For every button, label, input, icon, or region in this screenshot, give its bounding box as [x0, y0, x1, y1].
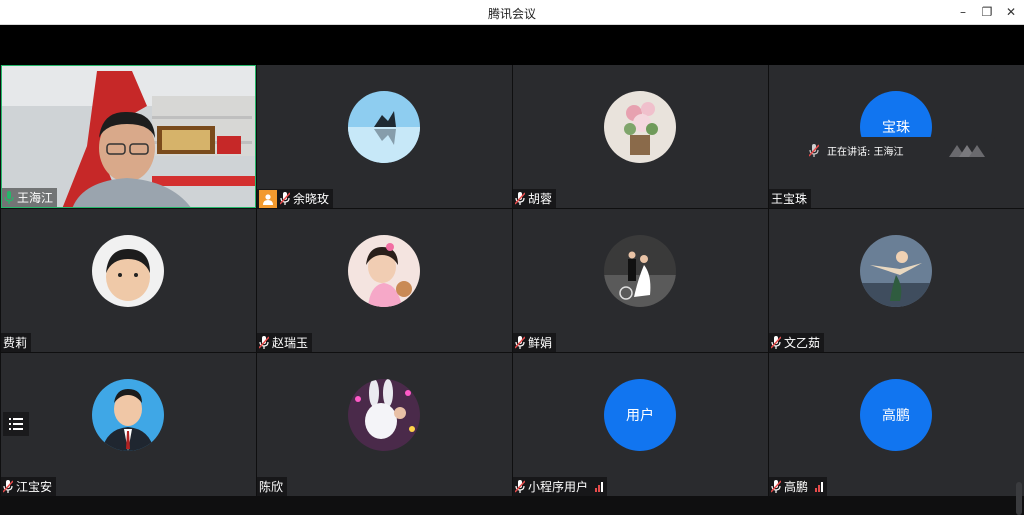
participant-name-tag: 陈欣	[257, 477, 288, 496]
participant-name-tag: 江宝安	[1, 477, 57, 496]
mic-off-icon	[515, 192, 525, 205]
participant-name: 鲜娟	[528, 336, 553, 350]
participant-tile[interactable]: 高鹏 高鹏	[769, 353, 1024, 496]
bottom-toolbar	[0, 497, 1024, 515]
mic-off-icon	[771, 336, 781, 349]
window-titlebar: 腾讯会议 – ❐ ✕	[0, 0, 1024, 25]
participant-name: 赵瑞玉	[272, 336, 309, 350]
participant-tile[interactable]: 鲜娟	[513, 209, 768, 352]
participant-name-tag: 胡蓉	[513, 189, 557, 208]
mic-off-icon	[515, 480, 525, 493]
participant-avatar: 用户	[604, 379, 676, 451]
scrollbar[interactable]	[1016, 482, 1022, 515]
host-badge-icon	[259, 189, 277, 208]
mic-off-icon	[771, 480, 781, 493]
participant-name-tag: 王宝珠	[769, 189, 812, 208]
mic-icon	[809, 143, 819, 157]
participant-tile[interactable]: 胡蓉	[513, 65, 768, 208]
participant-tile[interactable]: 余晓玫	[257, 65, 512, 208]
member-list-button[interactable]	[3, 412, 29, 436]
participant-grid: 王海江 余晓玫 胡蓉 宝珠 王宝珠 费莉 赵瑞玉 鲜娟 文乙茹 江宝安 陈欣 用…	[0, 65, 1024, 497]
weak-signal-icon	[815, 481, 824, 492]
participant-avatar	[348, 235, 420, 307]
participant-name-tag: 王海江	[2, 188, 58, 207]
participant-avatar	[860, 235, 932, 307]
participant-name: 王宝珠	[771, 192, 808, 206]
minimize-button[interactable]: –	[950, 2, 976, 22]
maximize-button[interactable]: ❐	[974, 2, 1000, 22]
mic-off-icon	[3, 480, 13, 493]
list-icon	[9, 418, 23, 430]
participant-tile[interactable]: 赵瑞玉	[257, 209, 512, 352]
participant-name-tag: 赵瑞玉	[257, 333, 313, 352]
layout-icon	[949, 145, 985, 157]
window-title: 腾讯会议	[487, 7, 536, 21]
participant-name: 余晓玫	[293, 192, 330, 206]
participant-avatar	[348, 379, 420, 451]
participant-avatar	[604, 235, 676, 307]
participant-name: 小程序用户	[528, 480, 589, 494]
participant-name: 高鹏	[784, 480, 809, 494]
participant-name: 文乙茹	[784, 336, 821, 350]
mic-off-icon	[280, 192, 290, 205]
participant-avatar	[348, 91, 420, 163]
mic-off-icon	[259, 336, 269, 349]
participant-avatar	[92, 235, 164, 307]
close-button[interactable]: ✕	[998, 2, 1024, 22]
top-toolbar	[0, 25, 1024, 65]
mic-off-icon	[515, 336, 525, 349]
participant-tile[interactable]: 江宝安	[1, 353, 256, 496]
weak-signal-icon	[595, 481, 604, 492]
participant-tile[interactable]: 王海江	[1, 65, 256, 208]
participant-name-tag: 费莉	[1, 333, 32, 352]
participant-avatar: 高鹏	[860, 379, 932, 451]
participant-tile[interactable]: 陈欣	[257, 353, 512, 496]
participant-tile[interactable]: 用户 小程序用户	[513, 353, 768, 496]
participant-name: 陈欣	[259, 480, 284, 494]
participant-name-tag: 文乙茹	[769, 333, 825, 352]
mic-on-icon	[4, 191, 14, 204]
participant-tile[interactable]: 费莉	[1, 209, 256, 352]
participant-name-tag: 鲜娟	[513, 333, 557, 352]
participant-name-tag: 余晓玫	[257, 189, 334, 208]
participant-avatar	[92, 379, 164, 451]
participant-name-tag: 小程序用户	[513, 477, 608, 496]
participant-name-tag: 高鹏	[769, 477, 828, 496]
participant-name: 江宝安	[16, 480, 53, 494]
speaking-label: 正在讲话: 王海江	[827, 146, 904, 158]
participant-video	[2, 66, 255, 207]
participant-name: 王海江	[17, 191, 54, 205]
speaking-indicator: 正在讲话: 王海江	[797, 137, 995, 163]
participant-avatar	[604, 91, 676, 163]
participant-name: 费莉	[3, 336, 28, 350]
participant-tile[interactable]: 文乙茹	[769, 209, 1024, 352]
participant-name: 胡蓉	[528, 192, 553, 206]
